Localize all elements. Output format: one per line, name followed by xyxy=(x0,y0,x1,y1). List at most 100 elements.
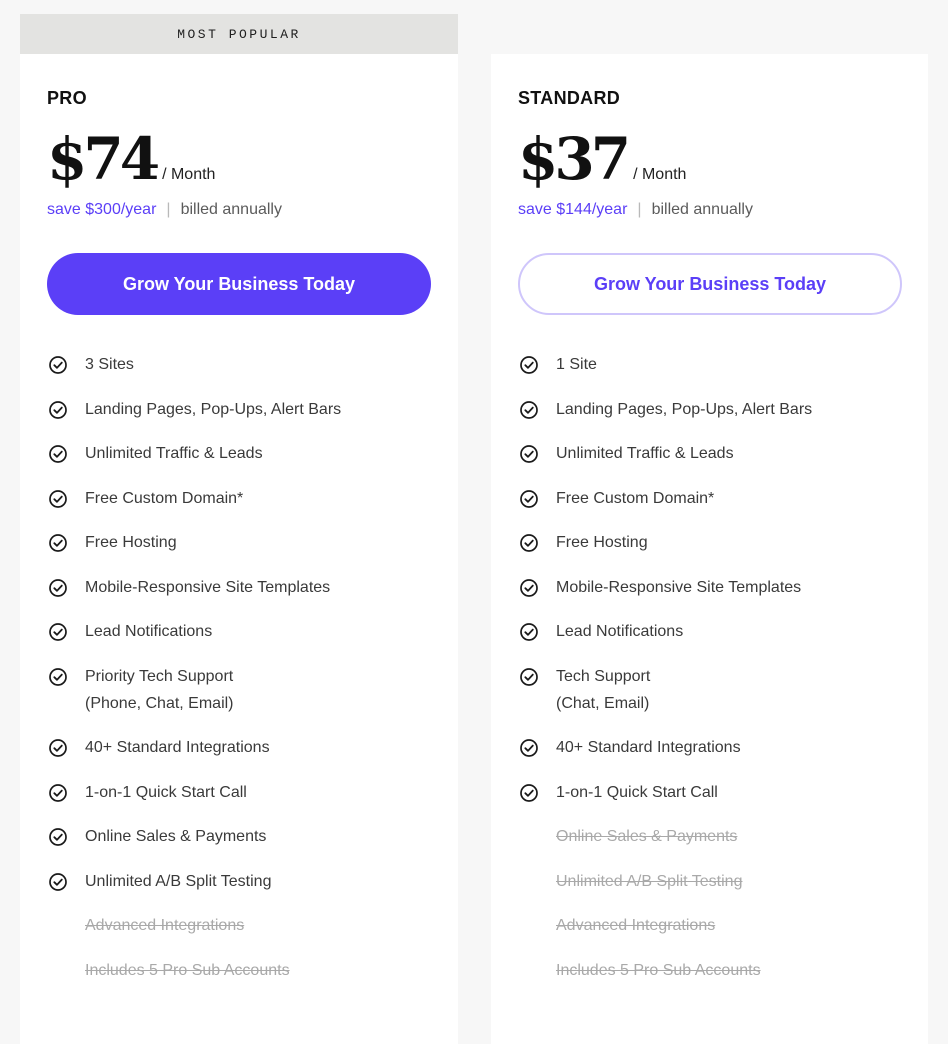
feature-label: Lead Notifications xyxy=(85,623,213,640)
feature-label: 40+ Standard Integrations xyxy=(556,739,741,756)
feature-label: 1 Site xyxy=(556,356,597,373)
check-circle-icon xyxy=(49,445,67,463)
feature-item: Mobile-Responsive Site Templates xyxy=(518,574,901,601)
check-circle-icon xyxy=(49,623,67,641)
grow-business-button[interactable]: Grow Your Business Today xyxy=(47,253,431,315)
most-popular-banner: MOST POPULAR xyxy=(20,14,458,54)
check-circle-icon xyxy=(49,739,67,757)
check-circle-icon xyxy=(49,783,67,802)
price-row: $37 / Month xyxy=(518,126,901,192)
check-circle-icon xyxy=(520,739,538,757)
feature-label: Mobile-Responsive Site Templates xyxy=(556,578,802,596)
feature-list: 1 Site Landing Pages, Pop-Ups, Alert Bars… xyxy=(518,351,901,984)
feature-label: Advanced Integrations xyxy=(556,917,716,934)
feature-item: Includes 5 Pro Sub Accounts xyxy=(518,957,901,984)
feature-item: 40+ Standard Integrations xyxy=(47,734,431,761)
feature-label: 40+ Standard Integrations xyxy=(85,739,270,756)
feature-item: Free Hosting xyxy=(47,529,431,556)
savings-row: save $144/year | billed annually xyxy=(518,200,901,220)
feature-item: Advanced Integrations xyxy=(518,912,901,939)
pricing-card-standard: STANDARD $37 / Month save $144/year | bi… xyxy=(491,54,928,1044)
feature-label: 1-on-1 Quick Start Call xyxy=(556,783,718,801)
check-circle-icon xyxy=(49,400,67,419)
feature-item: 1-on-1 Quick Start Call xyxy=(518,779,901,806)
feature-label: Landing Pages, Pop-Ups, Alert Bars xyxy=(556,400,813,418)
grow-business-button[interactable]: Grow Your Business Today xyxy=(518,253,902,315)
feature-item: Advanced Integrations xyxy=(47,912,431,939)
feature-label: Unlimited A/B Split Testing xyxy=(556,872,743,890)
feature-item: Lead Notifications xyxy=(47,618,431,645)
feature-item: Priority Tech Support (Phone, Chat, Email… xyxy=(47,663,431,717)
feature-sublabel: (Chat, Email) xyxy=(556,694,650,712)
feature-label: Unlimited A/B Split Testing xyxy=(85,872,272,890)
check-circle-icon xyxy=(520,623,538,641)
feature-item: Free Custom Domain* xyxy=(518,485,901,512)
price: $74 xyxy=(47,125,160,193)
feature-item: 3 Sites xyxy=(47,351,431,378)
price: $37 xyxy=(518,125,631,193)
feature-item: Unlimited Traffic & Leads xyxy=(47,440,431,467)
check-circle-icon xyxy=(520,783,538,802)
check-circle-icon xyxy=(49,828,67,846)
check-circle-icon xyxy=(520,356,538,374)
feature-item: Free Hosting xyxy=(518,529,901,556)
check-circle-icon xyxy=(49,578,67,597)
feature-label: Free Hosting xyxy=(556,534,648,551)
feature-label: 1-on-1 Quick Start Call xyxy=(85,783,247,801)
feature-item: Landing Pages, Pop-Ups, Alert Bars xyxy=(47,396,431,423)
check-circle-icon xyxy=(49,872,67,891)
price-period: / Month xyxy=(162,166,216,183)
check-circle-icon xyxy=(520,534,538,552)
feature-label: Priority Tech Support xyxy=(85,667,234,685)
feature-item: Includes 5 Pro Sub Accounts xyxy=(47,957,431,984)
feature-item: Mobile-Responsive Site Templates xyxy=(47,574,431,601)
feature-sublabel: (Phone, Chat, Email) xyxy=(85,694,234,712)
feature-item: Free Custom Domain* xyxy=(47,485,431,512)
feature-label: Online Sales & Payments xyxy=(556,828,738,845)
feature-label: Includes 5 Pro Sub Accounts xyxy=(556,961,761,979)
feature-label: Mobile-Responsive Site Templates xyxy=(85,578,331,596)
feature-label: Online Sales & Payments xyxy=(85,828,267,845)
feature-item: Online Sales & Payments xyxy=(518,823,901,850)
pricing-card-pro: MOST POPULAR PRO $74 / Month save $300/y… xyxy=(20,14,458,1044)
feature-label: Free Hosting xyxy=(85,534,177,551)
feature-item: 1 Site xyxy=(518,351,901,378)
feature-label: Advanced Integrations xyxy=(85,917,245,934)
check-circle-icon xyxy=(49,534,67,552)
separator: | xyxy=(637,201,642,218)
savings-text: save $144/year xyxy=(518,201,628,218)
feature-label: Unlimited Traffic & Leads xyxy=(85,445,263,462)
billing-note: billed annually xyxy=(180,201,282,218)
check-circle-icon xyxy=(520,578,538,597)
feature-label: 3 Sites xyxy=(85,356,134,373)
check-circle-icon xyxy=(49,489,67,508)
price-period: / Month xyxy=(633,166,687,183)
feature-item: Online Sales & Payments xyxy=(47,823,431,850)
price-row: $74 / Month xyxy=(47,126,431,192)
feature-label: Includes 5 Pro Sub Accounts xyxy=(85,961,290,979)
feature-label: Unlimited Traffic & Leads xyxy=(556,445,734,462)
check-circle-icon xyxy=(520,489,538,508)
feature-label: Tech Support xyxy=(556,667,651,685)
feature-item: Tech Support (Chat, Email) xyxy=(518,663,901,717)
check-circle-icon xyxy=(49,356,67,374)
check-circle-icon xyxy=(49,667,67,686)
plan-name: PRO xyxy=(47,88,87,108)
separator: | xyxy=(166,201,171,218)
feature-item: Lead Notifications xyxy=(518,618,901,645)
feature-label: Landing Pages, Pop-Ups, Alert Bars xyxy=(85,400,342,418)
check-circle-icon xyxy=(520,667,538,686)
feature-item: Unlimited A/B Split Testing xyxy=(47,868,431,895)
feature-item: Unlimited Traffic & Leads xyxy=(518,440,901,467)
feature-list: 3 Sites Landing Pages, Pop-Ups, Alert Bar… xyxy=(47,351,431,984)
feature-label: Free Custom Domain* xyxy=(85,489,244,507)
feature-label: Free Custom Domain* xyxy=(556,489,715,507)
savings-text: save $300/year xyxy=(47,201,157,218)
feature-label: Lead Notifications xyxy=(556,623,684,640)
feature-item: 1-on-1 Quick Start Call xyxy=(47,779,431,806)
check-circle-icon xyxy=(520,445,538,463)
plan-name: STANDARD xyxy=(518,88,621,108)
billing-note: billed annually xyxy=(651,201,753,218)
savings-row: save $300/year | billed annually xyxy=(47,200,431,220)
check-circle-icon xyxy=(520,400,538,419)
